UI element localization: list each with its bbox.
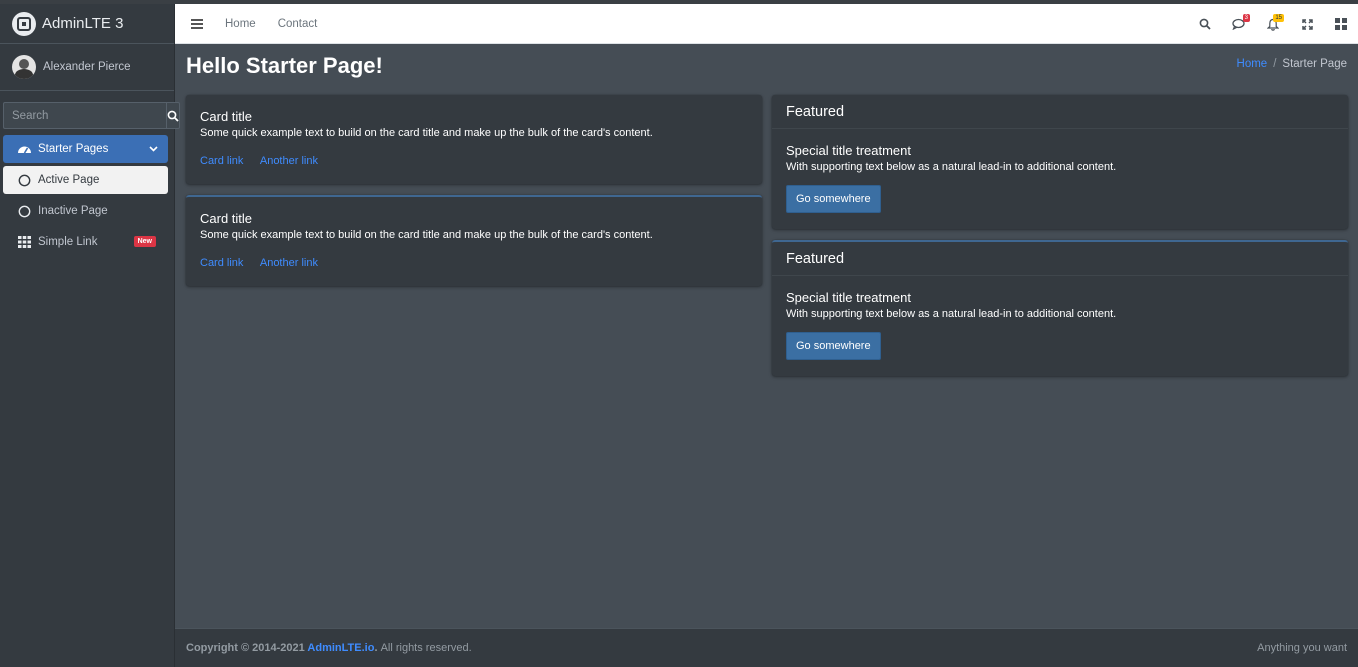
card-link[interactable]: Card link [200, 257, 243, 269]
main-sidebar: AdminLTE 3 Alexander Pierce Starter Page… [0, 4, 180, 667]
brand-text: AdminLTE 3 [42, 15, 124, 32]
nav-link-home[interactable]: Home [225, 18, 256, 30]
notifications-dropdown[interactable]: 15 [1256, 13, 1290, 31]
card-featured-1: Featured Special title treatment With su… [772, 95, 1348, 229]
card-text: Some quick example text to build on the … [200, 127, 653, 139]
search-icon [1199, 18, 1211, 30]
go-somewhere-button[interactable]: Go somewhere [786, 185, 881, 213]
footer-period: . [374, 642, 378, 654]
messages-badge: 3 [1242, 14, 1250, 22]
sidebar-item-label: Active Page [38, 174, 100, 186]
grid-icon [1335, 18, 1347, 30]
card-featured-2: Featured Special title treatment With su… [772, 240, 1348, 376]
avatar [12, 55, 36, 79]
another-link[interactable]: Another link [260, 155, 318, 167]
card-header: Featured [772, 242, 1348, 276]
breadcrumb-separator: / [1273, 58, 1277, 70]
th-icon [17, 235, 32, 250]
footer-right-text: Anything you want [1257, 642, 1347, 654]
sidebar-item-starter-pages[interactable]: Starter Pages [3, 135, 168, 163]
sidebar-item-simple-link[interactable]: Simple Link New [3, 228, 168, 256]
card-title: Card title [200, 109, 253, 124]
copyright-text: Copyright © 2014-2021 [186, 642, 305, 654]
sidebar-item-inactive-page[interactable]: Inactive Page [3, 197, 168, 225]
sidebar-item-label: Starter Pages [38, 143, 109, 155]
expand-icon [1301, 18, 1313, 30]
messages-dropdown[interactable]: 3 [1222, 14, 1256, 30]
sidebar-item-label: Simple Link [38, 236, 98, 248]
chevron-down-icon [149, 143, 158, 155]
card-left-1: Card title Some quick example text to bu… [186, 95, 762, 184]
circle-icon [17, 204, 32, 219]
card-header: Featured [772, 95, 1348, 129]
navbar-right: 3 15 [1188, 4, 1358, 44]
brand-logo-icon [12, 11, 36, 36]
card-link[interactable]: Card link [200, 155, 243, 167]
page-title: Hello Starter Page! [186, 53, 383, 78]
footer-copyright: Copyright © 2014-2021 AdminLTE.io. [186, 642, 378, 654]
card-text: Some quick example text to build on the … [200, 229, 653, 241]
footer-rights: All rights reserved. [380, 642, 472, 654]
card-title: Card title [200, 211, 253, 226]
sidebar-item-label: Inactive Page [38, 205, 108, 217]
footer-link[interactable]: AdminLTE.io [307, 642, 374, 654]
circle-icon [17, 173, 32, 188]
breadcrumb-home[interactable]: Home [1237, 58, 1268, 70]
another-link[interactable]: Another link [260, 257, 318, 269]
go-somewhere-button[interactable]: Go somewhere [786, 332, 881, 360]
notifications-badge: 15 [1273, 13, 1284, 22]
card-text: With supporting text below as a natural … [786, 161, 1117, 173]
content-wrapper: Hello Starter Page! Home / Starter Page Ca… [175, 44, 1358, 628]
new-badge: New [133, 236, 156, 247]
navbar-search-button[interactable] [1188, 18, 1222, 30]
top-navbar: Home Contact 3 15 [175, 4, 1358, 44]
sidebar-item-active-page[interactable]: Active Page [3, 166, 168, 194]
card-links: Card link Another link [200, 155, 748, 167]
card-title: Special title treatment [786, 290, 912, 305]
card-left-2: Card title Some quick example text to bu… [186, 195, 762, 286]
user-name-link[interactable]: Alexander Pierce [43, 61, 131, 73]
sidebar-search-input[interactable] [3, 102, 166, 129]
card-title: Special title treatment [786, 143, 912, 158]
control-sidebar-button[interactable] [1324, 18, 1358, 30]
card-links: Card link Another link [200, 257, 748, 269]
bars-icon[interactable] [191, 17, 203, 31]
main-footer: Copyright © 2014-2021 AdminLTE.io. All r… [175, 628, 1358, 667]
breadcrumb: Home / Starter Page [1237, 58, 1347, 70]
fullscreen-button[interactable] [1290, 18, 1324, 30]
brand-link[interactable]: AdminLTE 3 [0, 4, 174, 44]
nav-link-contact[interactable]: Contact [278, 18, 318, 30]
tachometer-icon [17, 142, 32, 157]
breadcrumb-current: Starter Page [1282, 58, 1347, 70]
user-panel: Alexander Pierce [0, 44, 174, 91]
card-text: With supporting text below as a natural … [786, 308, 1117, 320]
sidebar-search [3, 102, 180, 129]
